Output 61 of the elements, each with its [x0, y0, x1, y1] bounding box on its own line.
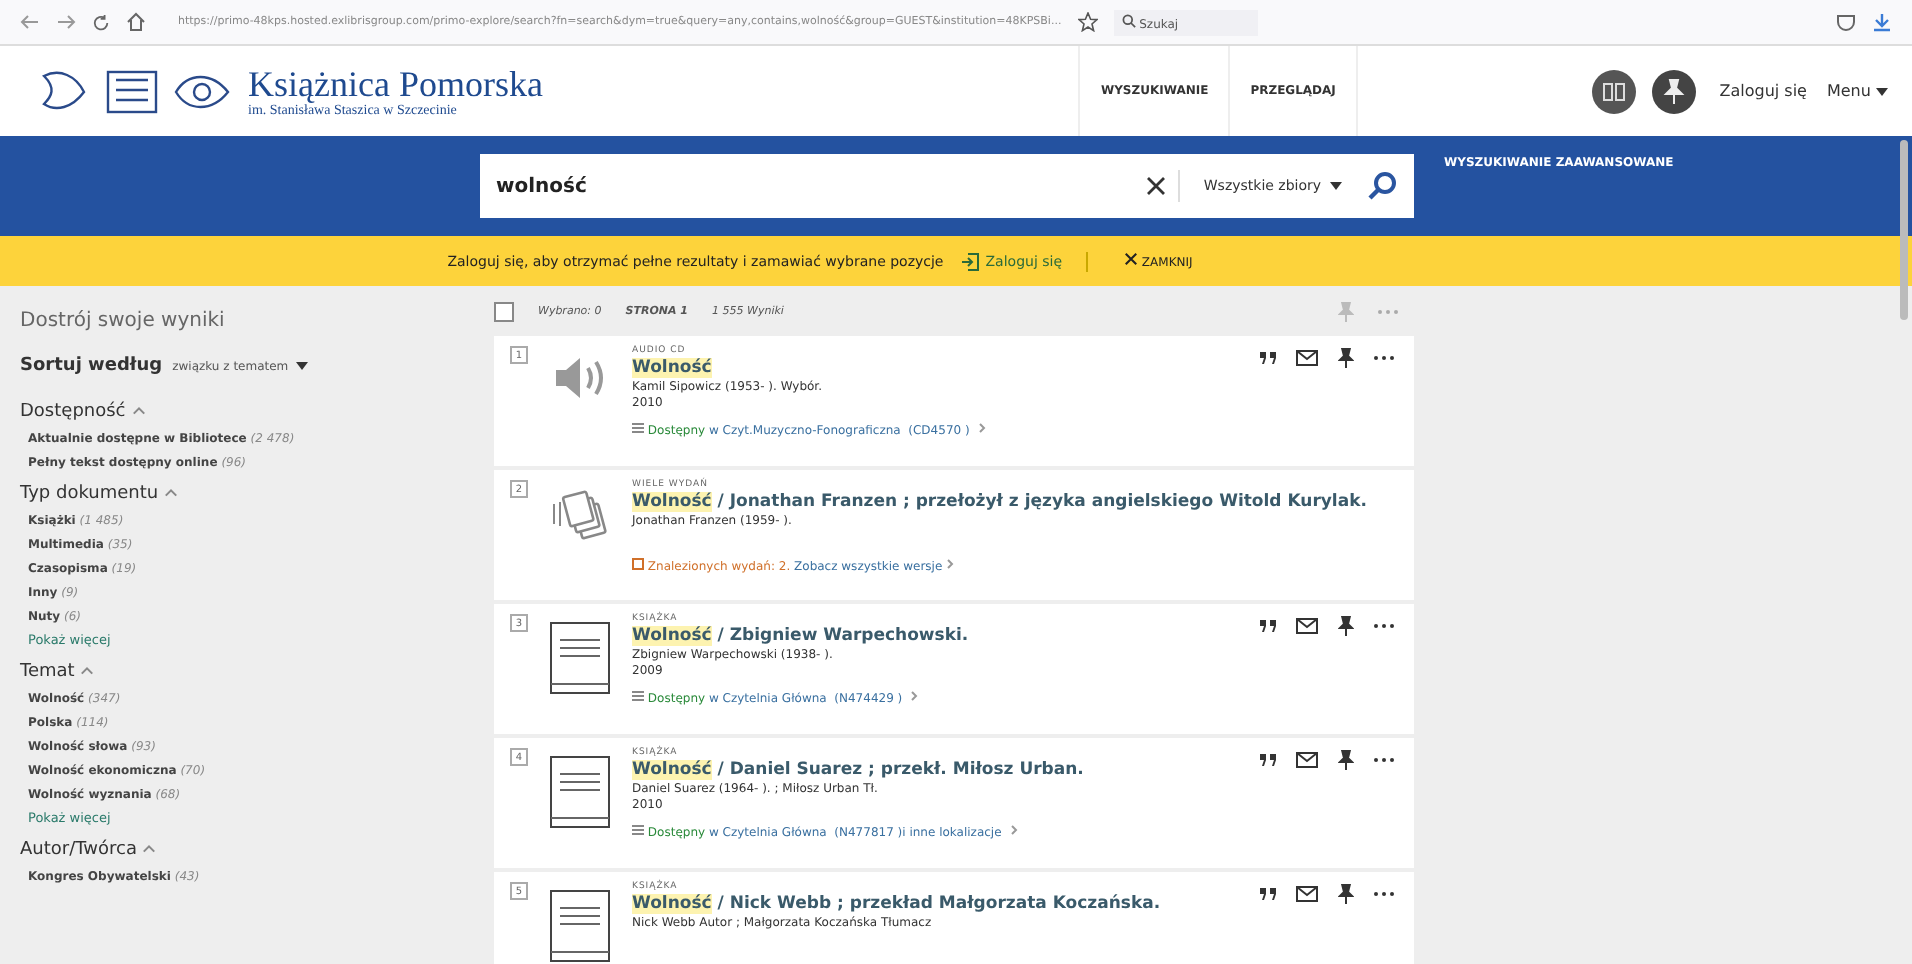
pin-icon[interactable] — [1338, 616, 1354, 636]
menu-button[interactable]: Menu — [1822, 78, 1892, 104]
quote-icon[interactable] — [1260, 352, 1276, 364]
book-icon — [550, 756, 610, 828]
sign-in-icon — [959, 251, 980, 271]
record-title[interactable]: Wolność / Jonathan Franzen ; przełożył z języka angielskiego Witold Kurylak. — [632, 492, 1367, 512]
facet-header[interactable]: Temat — [20, 658, 95, 686]
facet-header[interactable]: Dostępność — [20, 398, 146, 426]
chevron-icon — [1009, 824, 1018, 836]
mail-icon[interactable] — [1296, 618, 1318, 634]
quote-icon[interactable] — [1260, 620, 1276, 632]
list-icon — [632, 690, 644, 702]
select-all-checkbox[interactable] — [494, 302, 514, 322]
stacked-pages-icon — [550, 488, 610, 544]
quote-icon[interactable] — [1260, 754, 1276, 766]
library-title[interactable]: Książnica Pomorska — [248, 65, 543, 101]
mail-icon[interactable] — [1296, 350, 1318, 366]
shield-icon[interactable] — [1836, 12, 1856, 32]
sort-label: Sortuj według — [20, 356, 163, 376]
pin-icon[interactable] — [1338, 348, 1354, 368]
caret-icon — [1330, 182, 1342, 190]
facet-header[interactable]: Typ dokumentu — [20, 480, 178, 508]
reload-icon[interactable] — [92, 13, 110, 31]
close-icon — [1124, 252, 1139, 266]
chevron-icon — [131, 406, 146, 416]
login-link[interactable]: Zaloguj się — [1719, 82, 1807, 100]
book-icon — [550, 622, 610, 694]
record-title[interactable]: Wolność — [632, 358, 712, 378]
pin-icon[interactable] — [1651, 69, 1696, 113]
list-icon — [632, 422, 644, 434]
search-icon — [1121, 13, 1136, 27]
forward-icon[interactable] — [56, 14, 76, 30]
chevron-icon — [163, 488, 178, 498]
mail-icon[interactable] — [1296, 886, 1318, 902]
search-icon[interactable] — [1366, 170, 1398, 202]
facet-header[interactable]: Autor/Twórca — [20, 836, 157, 864]
chevron-icon — [142, 844, 157, 854]
chevron-icon — [909, 690, 918, 702]
square-icon — [632, 558, 644, 570]
star-icon[interactable] — [1077, 12, 1098, 32]
mail-icon[interactable] — [1296, 752, 1318, 768]
caret-icon — [1876, 88, 1888, 96]
pin-icon[interactable] — [1338, 884, 1354, 904]
sidebar-title: Dostrój swoje wyniki — [20, 310, 225, 332]
back-icon[interactable] — [20, 14, 40, 30]
record-title[interactable]: Wolność / Daniel Suarez ; przekł. Miłosz Urban. — [632, 760, 1084, 780]
pin-icon[interactable] — [1338, 750, 1354, 770]
chevron-icon — [977, 422, 986, 434]
chevron-icon — [946, 558, 955, 570]
library-card-icon[interactable] — [1591, 69, 1636, 113]
clear-icon[interactable] — [1145, 176, 1166, 196]
book-icon — [550, 890, 610, 962]
scrollbar[interactable] — [1900, 140, 1908, 320]
quote-icon[interactable] — [1260, 888, 1276, 900]
record-title[interactable]: Wolność / Nick Webb ; przekład Małgorzata Koczańska. — [632, 894, 1161, 914]
caret-icon — [295, 361, 308, 369]
list-icon — [632, 824, 644, 836]
download-icon[interactable] — [1872, 12, 1892, 32]
chevron-icon — [80, 666, 95, 676]
home-icon[interactable] — [126, 12, 146, 32]
record-title[interactable]: Wolność / Zbigniew Warpechowski. — [632, 626, 969, 646]
